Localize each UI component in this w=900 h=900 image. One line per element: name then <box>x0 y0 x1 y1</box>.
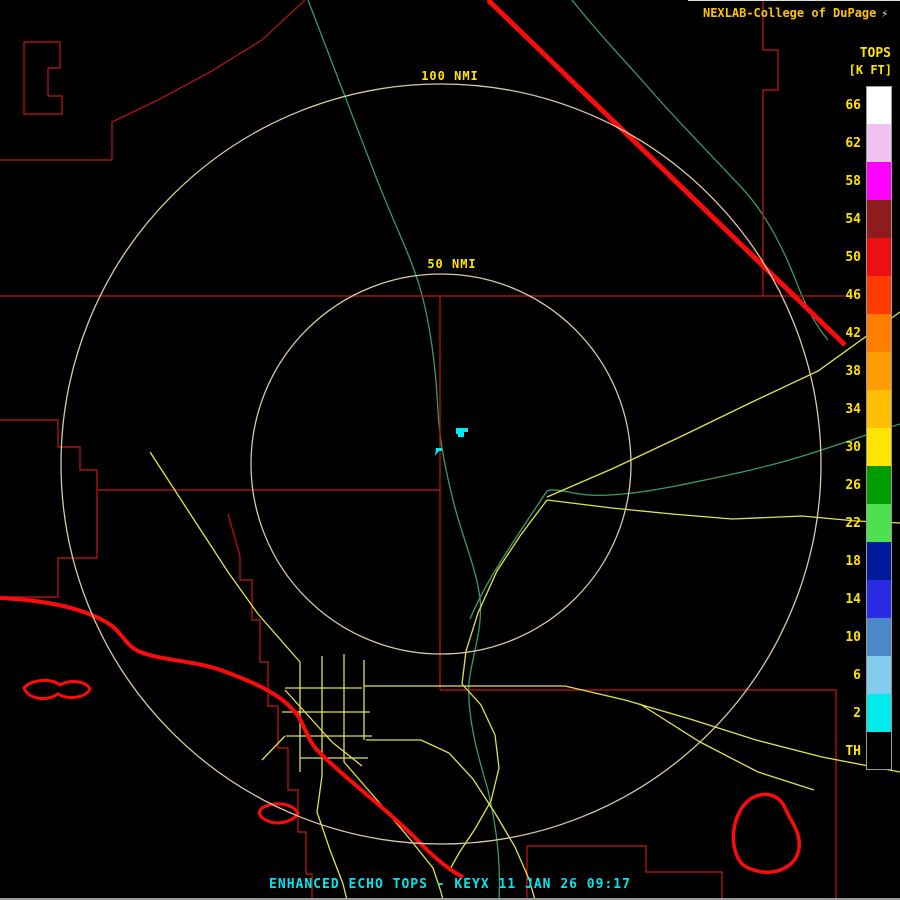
legend-color-swatch <box>866 542 892 580</box>
legend-color-swatch <box>866 314 892 352</box>
river-line <box>470 491 547 619</box>
lake-outline <box>24 680 90 698</box>
legend-row: 46 <box>802 276 892 314</box>
legend-entries: 66 62 58 54 50 46 42 38 34 30 26 <box>802 86 892 770</box>
legend-color-swatch <box>866 390 892 428</box>
attribution-text: NEXLAB-College of DuPage <box>703 6 876 20</box>
road-line <box>366 740 535 900</box>
legend-value-label: 50 <box>845 250 861 265</box>
legend-color-swatch <box>866 162 892 200</box>
legend-color-swatch <box>866 428 892 466</box>
legend-color-swatch <box>866 618 892 656</box>
outer-ring-label: 100 NMI <box>421 69 479 83</box>
legend-color-swatch <box>866 238 892 276</box>
legend-value-label: 62 <box>845 136 861 151</box>
product-caption: ENHANCED ECHO TOPS - KEYX 11 JAN 26 09:1… <box>0 877 900 892</box>
cod-logo-icon: ⚡ <box>881 7 888 20</box>
radar-site-marker <box>435 448 442 456</box>
legend-color-swatch <box>866 276 892 314</box>
legend-color-swatch <box>866 580 892 618</box>
range-ring-50nmi <box>251 274 631 654</box>
legend-row: 62 <box>802 124 892 162</box>
attribution: NEXLAB-College of DuPage ⚡ <box>703 6 888 20</box>
echo-region <box>456 428 468 437</box>
state-border-line <box>488 0 845 345</box>
legend-row: 30 <box>802 428 892 466</box>
legend-color-swatch <box>866 504 892 542</box>
legend-value-label: 2 <box>853 706 861 721</box>
legend-value-label: 54 <box>845 212 861 227</box>
range-rings <box>61 84 821 844</box>
county-line <box>0 420 97 597</box>
river-line <box>308 0 499 900</box>
legend-value-label: 6 <box>853 668 861 683</box>
legend-row: 22 <box>802 504 892 542</box>
echo-tops-legend: TOPS [K FT] 66 62 58 54 50 46 42 38 34 3 <box>802 46 892 770</box>
county-enclave <box>24 42 62 114</box>
legend-row: 34 <box>802 390 892 428</box>
legend-title: TOPS <box>802 46 892 61</box>
legend-value-label: 14 <box>845 592 861 607</box>
legend-row: 10 <box>802 618 892 656</box>
legend-row: 58 <box>802 162 892 200</box>
range-ring-100nmi <box>61 84 821 844</box>
legend-row: 42 <box>802 314 892 352</box>
lake-outline <box>733 794 799 872</box>
legend-value-label: 30 <box>845 440 861 455</box>
legend-value-label: 42 <box>845 326 861 341</box>
legend-row: 50 <box>802 238 892 276</box>
major-boundary-line <box>0 598 463 877</box>
legend-value-label: TH <box>845 744 861 759</box>
legend-row: 2 <box>802 694 892 732</box>
legend-value-label: 10 <box>845 630 861 645</box>
legend-row: 66 <box>802 86 892 124</box>
legend-units: [K FT] <box>802 63 892 77</box>
radar-map: 100 NMI 50 NMI <box>0 0 900 900</box>
legend-value-label: 58 <box>845 174 861 189</box>
legend-value-label: 26 <box>845 478 861 493</box>
county-line <box>763 0 778 296</box>
radar-display: 100 NMI 50 NMI NEXLAB-College of DuPage … <box>0 0 900 900</box>
legend-value-label: 66 <box>845 98 861 113</box>
county-borders-layer <box>0 0 845 900</box>
legend-row: 26 <box>802 466 892 504</box>
legend-row: 6 <box>802 656 892 694</box>
legend-value-label: 46 <box>845 288 861 303</box>
legend-color-swatch <box>866 732 892 770</box>
legend-value-label: 38 <box>845 364 861 379</box>
legend-row: TH <box>802 732 892 770</box>
legend-value-label: 22 <box>845 516 861 531</box>
road-line <box>150 452 300 662</box>
legend-row: 54 <box>802 200 892 238</box>
inner-ring-label: 50 NMI <box>427 257 476 271</box>
legend-color-swatch <box>866 200 892 238</box>
legend-row: 18 <box>802 542 892 580</box>
major-boundary-layer <box>0 0 845 877</box>
legend-color-swatch <box>866 352 892 390</box>
road-line <box>462 500 547 684</box>
legend-color-swatch <box>866 124 892 162</box>
legend-row: 14 <box>802 580 892 618</box>
legend-color-swatch <box>866 86 892 124</box>
legend-value-label: 34 <box>845 402 861 417</box>
legend-color-swatch <box>866 694 892 732</box>
window-edge-artifact-top <box>688 0 900 1</box>
legend-row: 38 <box>802 352 892 390</box>
legend-value-label: 18 <box>845 554 861 569</box>
county-line <box>0 0 305 160</box>
legend-color-swatch <box>866 656 892 694</box>
road-line <box>640 704 814 790</box>
legend-color-swatch <box>866 466 892 504</box>
